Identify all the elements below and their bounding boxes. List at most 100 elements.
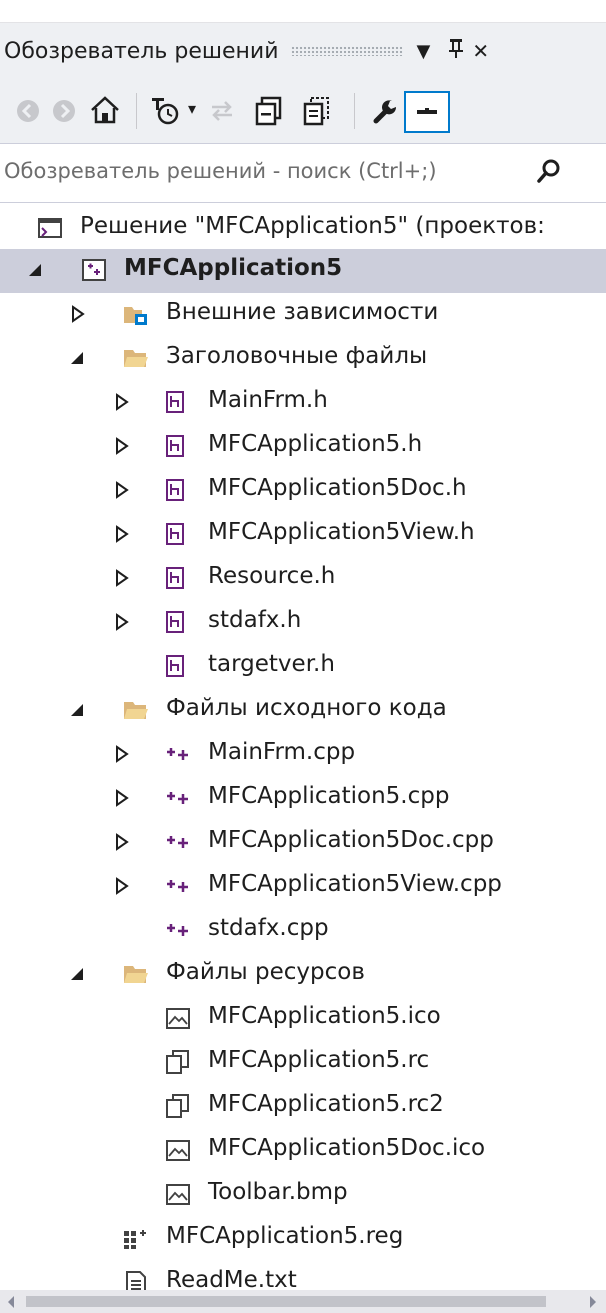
tree-item-label: Файлы исходного кода — [166, 695, 447, 721]
cpp-file-icon — [164, 829, 192, 855]
back-icon[interactable] — [14, 97, 42, 125]
show-all-files-icon[interactable] — [302, 95, 332, 127]
search-icon[interactable] — [536, 158, 562, 190]
collapsed-arrow-icon[interactable] — [114, 789, 130, 807]
header-file-icon — [164, 433, 192, 459]
expanded-arrow-icon[interactable] — [70, 965, 86, 983]
preview-icon[interactable] — [404, 91, 450, 133]
solution-explorer-toolbar: ▾ — [0, 79, 606, 144]
collapsed-arrow-icon[interactable] — [114, 833, 130, 851]
cpp-file-icon — [164, 741, 192, 767]
tree-item-label: Решение "MFCApplication5" (проектов: — [80, 213, 545, 239]
pin-icon[interactable] — [448, 37, 464, 65]
tree-item-file[interactable]: MFCApplication5Doc.ico — [0, 1129, 606, 1173]
expanded-arrow-icon[interactable] — [28, 261, 44, 279]
tree-item-file[interactable]: MFCApplication5.h — [0, 425, 606, 469]
resource-file-icon — [164, 1093, 192, 1119]
collapsed-arrow-icon[interactable] — [114, 393, 130, 411]
forward-icon[interactable] — [50, 97, 78, 125]
tree-item-file[interactable]: MFCApplication5.rc — [0, 1041, 606, 1085]
solution-icon — [36, 215, 64, 241]
registry-file-icon — [122, 1225, 150, 1251]
tree-item-file[interactable]: targetver.h — [0, 645, 606, 689]
image-file-icon — [164, 1181, 192, 1207]
window-position-dropdown-icon[interactable]: ▼ — [417, 41, 431, 62]
drag-grip[interactable] — [290, 46, 403, 56]
collapsed-arrow-icon[interactable] — [114, 437, 130, 455]
tree-item-file[interactable]: MFCApplication5View.h — [0, 513, 606, 557]
top-band — [0, 0, 606, 22]
tree-item-label: MFCApplication5Doc.ico — [208, 1135, 486, 1161]
properties-icon[interactable] — [372, 97, 400, 125]
collapsed-arrow-icon[interactable] — [114, 481, 130, 499]
collapsed-arrow-icon[interactable] — [70, 305, 86, 323]
image-file-icon — [164, 1137, 192, 1163]
resource-file-icon — [164, 1049, 192, 1075]
tree-item-label: stdafx.cpp — [208, 915, 329, 941]
scroll-left-icon[interactable] — [6, 1294, 16, 1313]
tree-item-label: MainFrm.cpp — [208, 739, 356, 765]
tree-item-label: targetver.h — [208, 651, 335, 677]
search-box[interactable]: Обозреватель решений - поиск (Ctrl+;) — [0, 144, 606, 203]
cpp-project-icon — [80, 257, 108, 283]
tree-item-label: stdafx.h — [208, 607, 302, 633]
sync-icon — [208, 97, 236, 125]
panel-title: Обозреватель решений — [4, 38, 279, 64]
tree-item-label: MFCApplication5.cpp — [208, 783, 450, 809]
tree-item-label: MFCApplication5.rc2 — [208, 1091, 444, 1117]
pending-changes-dropdown-icon[interactable]: ▾ — [188, 99, 196, 118]
header-file-icon — [164, 609, 192, 635]
tree-item-label: Resource.h — [208, 563, 336, 589]
collapsed-arrow-icon[interactable] — [114, 569, 130, 587]
tree-item-external-dependencies[interactable]: Внешние зависимости — [0, 293, 606, 337]
cpp-file-icon — [164, 873, 192, 899]
expanded-arrow-icon[interactable] — [70, 349, 86, 367]
tree-item-file[interactable]: MFCApplication5Doc.cpp — [0, 821, 606, 865]
tree-item-file[interactable]: MFCApplication5View.cpp — [0, 865, 606, 909]
header-file-icon — [164, 565, 192, 591]
tree-item-label: MFCApplication5View.cpp — [208, 871, 502, 897]
tool-window-titlebar: Обозреватель решений ▼ ✕ — [0, 23, 606, 79]
tree-item-label: Внешние зависимости — [166, 299, 439, 325]
tree-item-label: MFCApplication5View.h — [208, 519, 475, 545]
tree-item-source-files-folder[interactable]: Файлы исходного кода — [0, 689, 606, 733]
tree-item-label: Toolbar.bmp — [208, 1179, 348, 1205]
tree-item-file[interactable]: MFCApplication5.reg — [0, 1217, 606, 1261]
scroll-right-icon[interactable] — [588, 1294, 598, 1313]
collapsed-arrow-icon[interactable] — [114, 877, 130, 895]
tree-item-label: MFCApplication5Doc.h — [208, 475, 467, 501]
collapsed-arrow-icon[interactable] — [114, 745, 130, 763]
collapsed-arrow-icon[interactable] — [114, 525, 130, 543]
folder-open-icon — [122, 961, 150, 987]
tree-item-file[interactable]: MFCApplication5.rc2 — [0, 1085, 606, 1129]
header-file-icon — [164, 477, 192, 503]
tree-item-label: MFCApplication5.reg — [166, 1223, 404, 1249]
tree-item-file[interactable]: MainFrm.h — [0, 381, 606, 425]
tree-item-file[interactable]: Toolbar.bmp — [0, 1173, 606, 1217]
scrollbar-thumb[interactable] — [26, 1296, 546, 1307]
tree-item-project[interactable]: MFCApplication5 — [0, 249, 606, 293]
expanded-arrow-icon[interactable] — [70, 701, 86, 719]
tree-item-resource-files-folder[interactable]: Файлы ресурсов — [0, 953, 606, 997]
horizontal-scrollbar[interactable] — [0, 1290, 606, 1313]
tree-item-file[interactable]: MFCApplication5.cpp — [0, 777, 606, 821]
tree-item-file[interactable]: MFCApplication5.ico — [0, 997, 606, 1041]
collapsed-arrow-icon[interactable] — [114, 613, 130, 631]
tree-item-file[interactable]: MFCApplication5Doc.h — [0, 469, 606, 513]
search-placeholder: Обозреватель решений - поиск (Ctrl+;) — [4, 159, 437, 183]
tree-item-file[interactable]: stdafx.cpp — [0, 909, 606, 953]
tree-item-solution[interactable]: Решение "MFCApplication5" (проектов: — [0, 207, 606, 251]
cpp-file-icon — [164, 917, 192, 943]
home-icon[interactable] — [88, 93, 122, 127]
close-icon[interactable]: ✕ — [472, 39, 489, 63]
tree-item-header-files-folder[interactable]: Заголовочные файлы — [0, 337, 606, 381]
pending-changes-icon[interactable] — [150, 95, 184, 127]
tree-item-label: Файлы ресурсов — [166, 959, 365, 985]
tree-item-file[interactable]: Resource.h — [0, 557, 606, 601]
external-dependencies-icon — [122, 301, 150, 327]
collapse-all-icon[interactable] — [254, 95, 284, 127]
tree-item-file[interactable]: stdafx.h — [0, 601, 606, 645]
tree-item-file[interactable]: MainFrm.cpp — [0, 733, 606, 777]
header-file-icon — [164, 521, 192, 547]
folder-open-icon — [122, 697, 150, 723]
